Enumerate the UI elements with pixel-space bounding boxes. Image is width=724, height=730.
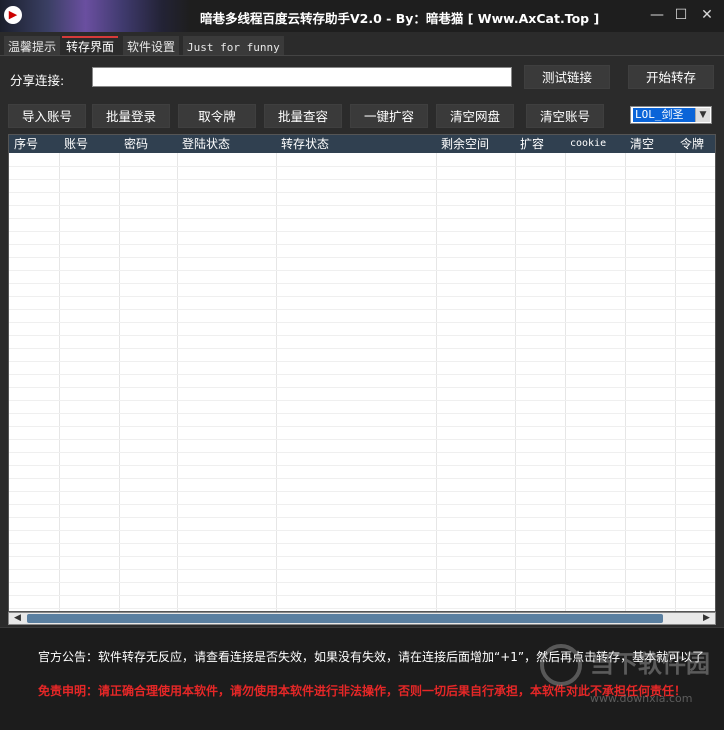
grid-row-line [9,413,715,414]
grid-row-line [9,218,715,219]
grid-row-line [9,400,715,401]
grid-row-line [9,244,715,245]
maximize-icon[interactable]: ☐ [670,4,692,26]
watermark-logo-icon [540,644,582,686]
grid-row-line [9,543,715,544]
grid-row-line [9,257,715,258]
column-header-free-space[interactable]: 剩余空间 [436,135,489,153]
column-header-token[interactable]: 令牌 [675,135,704,153]
column-header-password[interactable]: 密码 [119,135,148,153]
play-icon: ▶ [4,6,22,24]
column-header-clear[interactable]: 清空 [625,135,654,153]
profile-select-value: LOL_剑圣 [633,108,695,122]
scroll-right-icon[interactable]: ▶ [700,613,713,624]
tab-tips[interactable]: 温馨提示 [4,36,61,57]
tab-just-for-funny[interactable]: Just for funny [183,36,284,57]
get-token-button[interactable]: 取令牌 [178,104,256,128]
grid-row-line [9,465,715,466]
scrollbar-thumb[interactable] [27,614,663,623]
grid-row-line [9,348,715,349]
column-header-transfer-status[interactable]: 转存状态 [276,135,329,153]
tab-bar: 温馨提示 转存界面 软件设置 Just for funny [0,33,724,57]
title-bar: ▶ 暗巷多线程百度云转存助手V2.0 - By：暗巷猫 [ Www.AxCat.… [0,0,724,32]
grid-row-line [9,374,715,375]
column-header-index[interactable]: 序号 [9,135,38,153]
grid-row-line [9,491,715,492]
clear-accounts-button[interactable]: 清空账号 [526,104,604,128]
column-header-login-status[interactable]: 登陆状态 [177,135,230,153]
grid-row-line [9,192,715,193]
chevron-down-icon[interactable]: ▼ [695,108,710,122]
grid-row-line [9,582,715,583]
window-title: 暗巷多线程百度云转存助手V2.0 - By：暗巷猫 [ Www.AxCat.To… [200,11,600,26]
grid-row-line [9,322,715,323]
share-link-label: 分享连接: [10,73,65,88]
grid-row-line [9,517,715,518]
scroll-left-icon[interactable]: ◀ [11,613,24,624]
clear-disk-button[interactable]: 清空网盘 [436,104,514,128]
tab-settings[interactable]: 软件设置 [123,36,180,57]
grid-row-line [9,335,715,336]
test-link-button[interactable]: 测试链接 [524,65,610,89]
watermark-text: 当下软件园 [590,650,710,678]
batch-login-button[interactable]: 批量登录 [92,104,170,128]
table-header: 序号 账号 密码 登陆状态 转存状态 剩余空间 扩容 cookie 清空 令牌 [9,135,715,153]
accounts-table[interactable]: 序号 账号 密码 登陆状态 转存状态 剩余空间 扩容 cookie 清空 令牌 [8,134,716,612]
one-click-expand-button[interactable]: 一键扩容 [350,104,428,128]
column-header-cookie[interactable]: cookie [565,135,606,153]
batch-check-capacity-button[interactable]: 批量查容 [264,104,342,128]
import-accounts-button[interactable]: 导入账号 [8,104,86,128]
horizontal-scrollbar[interactable]: ◀ ▶ [8,612,716,625]
grid-row-line [9,556,715,557]
grid-row-line [9,166,715,167]
grid-row-line [9,270,715,271]
grid-row-line [9,296,715,297]
close-icon[interactable]: ✕ [696,4,718,26]
grid-row-line [9,478,715,479]
grid-row-line [9,439,715,440]
grid-row-line [9,309,715,310]
grid-row-line [9,452,715,453]
share-link-input[interactable] [92,67,512,87]
title-banner-image [0,0,190,32]
grid-row-line [9,426,715,427]
grid-row-line [9,361,715,362]
profile-select[interactable]: LOL_剑圣 ▼ [630,106,712,124]
column-header-account[interactable]: 账号 [59,135,88,153]
grid-row-line [9,283,715,284]
grid-row-line [9,387,715,388]
column-header-expand[interactable]: 扩容 [515,135,544,153]
tab-transfer[interactable]: 转存界面 [62,36,119,57]
grid-row-line [9,530,715,531]
watermark: 当下软件园 www.downxia.com [540,640,724,710]
grid-row-line [9,504,715,505]
grid-row-line [9,569,715,570]
grid-row-line [9,179,715,180]
grid-row-line [9,608,715,609]
minimize-icon[interactable]: — [646,4,668,26]
grid-row-line [9,231,715,232]
grid-row-line [9,205,715,206]
start-transfer-button[interactable]: 开始转存 [628,65,714,89]
watermark-url: www.downxia.com [590,692,693,705]
grid-row-line [9,595,715,596]
